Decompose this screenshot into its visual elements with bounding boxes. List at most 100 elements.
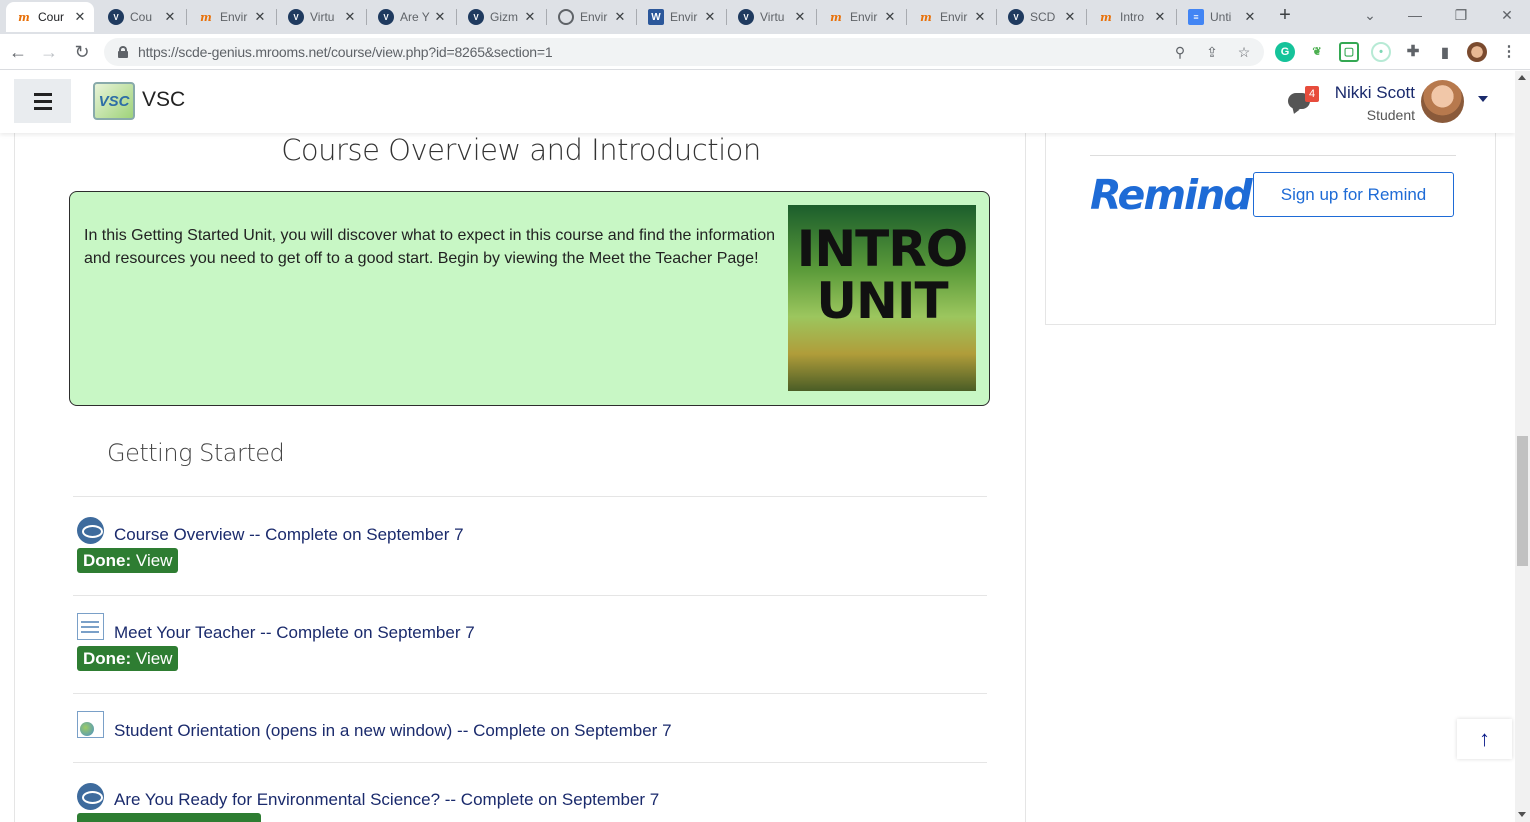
docs-tab-icon: ≡: [1188, 9, 1204, 25]
leaf-extension-icon[interactable]: ❦: [1307, 42, 1327, 62]
user-name[interactable]: Nikki Scott: [1335, 83, 1415, 103]
section-title: Course Overview and Introduction: [281, 133, 761, 167]
intro-unit-image: INTRO UNIT: [788, 205, 976, 391]
close-tab-icon[interactable]: ✕: [432, 9, 448, 25]
browser-tab[interactable]: m Envir ✕: [908, 2, 994, 32]
browser-tab[interactable]: V Virtu ✕: [728, 2, 814, 32]
close-tab-icon[interactable]: ✕: [1152, 9, 1168, 25]
tab-label: Gizm: [490, 10, 518, 24]
browser-tab[interactable]: ≡ Unti ✕: [1178, 2, 1264, 32]
moodle-tab-icon: m: [18, 10, 30, 24]
browser-tab[interactable]: V Virtu ✕: [278, 2, 364, 32]
back-to-top-button[interactable]: ↑: [1457, 719, 1512, 759]
remind-block: Remind Sign up for Remind: [1045, 133, 1496, 325]
close-tab-icon[interactable]: ✕: [1242, 9, 1258, 25]
forward-arrow-icon[interactable]: →: [37, 40, 61, 64]
tab-separator: [726, 9, 727, 25]
course-content: Course Overview and Introduction In this…: [14, 133, 1026, 822]
tab-label: Envir: [670, 10, 698, 24]
back-arrow-icon[interactable]: ←: [6, 40, 30, 64]
tab-label: Cour: [38, 10, 65, 24]
scroll-thumb[interactable]: [1517, 436, 1528, 566]
vsc-tab-icon: V: [1008, 9, 1024, 25]
close-tab-icon[interactable]: ✕: [72, 9, 88, 25]
tab-label: Unti: [1210, 10, 1232, 24]
browser-tab[interactable]: m Envir ✕: [818, 2, 904, 32]
close-tab-icon[interactable]: ✕: [342, 9, 358, 25]
done-label: Done:: [83, 551, 132, 570]
url-activity-icon: [77, 711, 104, 738]
side-panel-icon[interactable]: ▮: [1435, 42, 1455, 62]
completion-badge: Done: View: [77, 646, 179, 671]
tab-separator: [456, 9, 457, 25]
activity-link[interactable]: Course Overview -- Complete on September…: [114, 525, 464, 545]
user-menu-caret-icon[interactable]: [1478, 96, 1488, 102]
site-brand[interactable]: VSC: [142, 88, 185, 112]
browser-tab[interactable]: V Gizm ✕: [458, 2, 544, 32]
vsc-activity-icon: [77, 517, 104, 544]
browser-tab[interactable]: V Cou ✕: [98, 2, 184, 32]
messages-count-badge: 4: [1305, 86, 1319, 102]
vsc-tab-icon: V: [108, 9, 124, 25]
remind-logo[interactable]: Remind: [1090, 171, 1253, 219]
circle-extension-icon[interactable]: •: [1371, 42, 1391, 62]
browser-tab-strip: m Cour ✕ V Cou ✕ m Envir ✕ V Virtu ✕ V A…: [0, 0, 1530, 34]
close-tab-icon[interactable]: ✕: [1062, 9, 1078, 25]
profile-avatar-icon[interactable]: [1467, 42, 1487, 62]
reload-icon[interactable]: ↻: [70, 40, 94, 64]
browser-menu-icon[interactable]: ⋮: [1499, 42, 1519, 62]
sign-up-remind-button[interactable]: Sign up for Remind: [1253, 172, 1454, 217]
url-text[interactable]: https://scde-genius.mrooms.net/course/vi…: [138, 44, 553, 60]
lock-icon[interactable]: [118, 46, 128, 58]
page-scrollbar[interactable]: [1515, 71, 1530, 822]
browser-tab[interactable]: W Envir ✕: [638, 2, 724, 32]
tab-label: Envir: [220, 10, 248, 24]
close-tab-icon[interactable]: ✕: [882, 9, 898, 25]
extensions-puzzle-icon[interactable]: ✚: [1403, 42, 1423, 62]
vsc-tab-icon: V: [738, 9, 754, 25]
globe-tab-icon: [558, 9, 574, 25]
site-navbar: VSC VSC 4 Nikki Scott Student: [0, 71, 1515, 133]
tab-separator: [636, 9, 637, 25]
done-action: View: [135, 649, 173, 668]
browser-tab[interactable]: m Envir ✕: [188, 2, 274, 32]
browser-tab[interactable]: Envir ✕: [548, 2, 634, 32]
hamburger-menu-button[interactable]: [14, 79, 71, 123]
close-tab-icon[interactable]: ✕: [522, 9, 538, 25]
activity-link[interactable]: Are You Ready for Environmental Science?…: [114, 790, 659, 810]
browser-tab[interactable]: V SCD ✕: [998, 2, 1084, 32]
address-bar[interactable]: https://scde-genius.mrooms.net/course/vi…: [104, 38, 1264, 66]
minimize-icon[interactable]: —: [1405, 4, 1425, 26]
vsc-tab-icon: V: [288, 9, 304, 25]
browser-tab[interactable]: V Are Y ✕: [368, 2, 454, 32]
close-tab-icon[interactable]: ✕: [162, 9, 178, 25]
tab-search-icon[interactable]: ⌄: [1360, 4, 1380, 26]
green-extension-icon[interactable]: ▢: [1339, 42, 1359, 62]
scroll-up-icon[interactable]: [1518, 75, 1526, 80]
activity-item: Student Orientation (opens in a new wind…: [73, 693, 987, 762]
restore-icon[interactable]: ❐: [1451, 4, 1471, 26]
vsc-activity-icon: [77, 783, 104, 810]
moodle-tab-icon: m: [200, 10, 212, 24]
close-tab-icon[interactable]: ✕: [702, 9, 718, 25]
browser-tab[interactable]: m Cour ✕: [6, 2, 94, 32]
user-avatar[interactable]: [1421, 80, 1464, 123]
activity-link[interactable]: Student Orientation (opens in a new wind…: [114, 721, 672, 741]
moodle-tab-icon: m: [1100, 10, 1112, 24]
activity-item: Course Overview -- Complete on September…: [73, 496, 987, 595]
close-window-icon[interactable]: ✕: [1497, 4, 1517, 26]
scroll-down-icon[interactable]: [1518, 812, 1526, 817]
browser-tab[interactable]: m Intro ✕: [1088, 2, 1174, 32]
share-icon[interactable]: ⇪: [1202, 42, 1222, 62]
close-tab-icon[interactable]: ✕: [792, 9, 808, 25]
page-activity-icon: [77, 613, 104, 640]
new-tab-button[interactable]: +: [1274, 4, 1296, 28]
vsc-logo[interactable]: VSC: [93, 82, 135, 120]
close-tab-icon[interactable]: ✕: [612, 9, 628, 25]
activity-link[interactable]: Meet Your Teacher -- Complete on Septemb…: [114, 623, 475, 643]
close-tab-icon[interactable]: ✕: [972, 9, 988, 25]
zoom-icon[interactable]: ⚲: [1170, 42, 1190, 62]
grammarly-extension-icon[interactable]: G: [1275, 42, 1295, 62]
bookmark-star-icon[interactable]: ☆: [1234, 42, 1254, 62]
close-tab-icon[interactable]: ✕: [252, 9, 268, 25]
